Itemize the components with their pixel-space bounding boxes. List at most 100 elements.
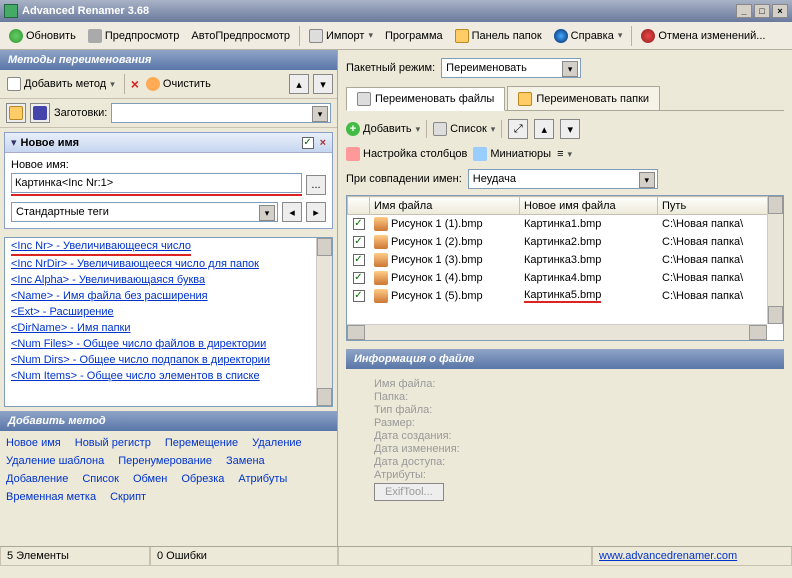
undo-icon [641,29,655,43]
name-picker-button[interactable]: ... [306,175,326,195]
row-checkbox[interactable]: ✓ [353,254,365,266]
preview-button[interactable]: Предпросмотр [83,26,185,46]
info-name-label: Имя файла: [374,378,756,390]
minimize-button[interactable]: _ [736,4,752,18]
tag-item[interactable]: <Num Items> - Общее число элементов в сп… [5,368,332,384]
plus-icon: + [346,122,360,136]
preview-icon [88,29,102,43]
tags-combo[interactable]: Стандартные теги [11,202,278,222]
row-checkbox[interactable]: ✓ [353,218,365,230]
table-row[interactable]: ✓Рисунок 1 (1).bmpКартинка1.bmpC:\Новая … [348,215,783,233]
save-preset-button[interactable] [30,103,50,123]
tag-prev-button[interactable]: ◂ [282,202,302,222]
add-link[interactable]: Новый регистр [75,437,151,449]
program-button[interactable]: Программа [380,27,448,45]
method-close-button[interactable]: × [320,137,326,149]
website-link[interactable]: www.advancedrenamer.com [599,550,737,562]
presets-combo[interactable] [111,103,331,123]
file-type-icon [374,235,388,249]
info-attrs-label: Атрибуты: [374,469,756,481]
tag-item[interactable]: <Inc Nr> - Увеличивающееся число [11,238,191,256]
undo-button[interactable]: Отмена изменений... [636,26,770,46]
folder-icon [455,29,469,43]
tab-folders[interactable]: Переименовать папки [507,86,660,110]
info-accessed-label: Дата доступа: [374,456,756,468]
table-v-scrollbar[interactable] [767,196,783,324]
tag-next-button[interactable]: ▸ [306,202,326,222]
help-button[interactable]: Справка▾ [549,26,628,46]
expand-button[interactable]: ⤢ [508,119,528,139]
thumbnails-button[interactable]: Миниатюры [473,147,551,161]
row-checkbox[interactable]: ✓ [353,272,365,284]
col-check[interactable] [348,197,370,215]
method-title: Новое имя [21,137,302,149]
delete-icon[interactable]: × [131,78,139,90]
down-button[interactable]: ▾ [560,119,580,139]
tags-scrollbar[interactable] [316,238,332,406]
table-row[interactable]: ✓Рисунок 1 (3).bmpКартинка3.bmpC:\Новая … [348,251,783,269]
row-checkbox[interactable]: ✓ [353,236,365,248]
add-link[interactable]: Атрибуты [238,473,287,485]
table-h-scrollbar[interactable] [347,324,767,340]
add-link[interactable]: Обмен [133,473,167,485]
tag-item[interactable]: <Name> - Имя файла без расширения [5,288,332,304]
row-checkbox[interactable]: ✓ [353,290,365,302]
tag-item[interactable]: <Inc NrDir> - Увеличивающееся число для … [5,256,332,272]
add-link[interactable]: Временная метка [6,491,96,503]
up-button[interactable]: ▴ [534,119,554,139]
table-row[interactable]: ✓Рисунок 1 (4).bmpКартинка4.bmpC:\Новая … [348,269,783,287]
add-link[interactable]: Добавление [6,473,68,485]
add-link[interactable]: Скрипт [110,491,146,503]
method-enabled-checkbox[interactable]: ✓ [302,137,314,149]
add-link[interactable]: Удаление [252,437,302,449]
tab-files[interactable]: Переименовать файлы [346,87,505,111]
add-link[interactable]: Удаление шаблона [6,455,104,467]
add-link[interactable]: Новое имя [6,437,61,449]
list-icon [433,122,447,136]
refresh-button[interactable]: Обновить [4,26,81,46]
batch-mode-combo[interactable]: Переименовать [441,58,581,78]
import-button[interactable]: Импорт▾ [304,26,378,46]
add-method-button[interactable]: Добавить метод▾ [4,76,118,92]
collapse-icon[interactable]: ▾ [11,136,17,149]
add-files-button[interactable]: +Добавить▾ [346,122,420,136]
file-table: Имя файла Новое имя файла Путь ✓Рисунок … [346,195,784,341]
tag-item[interactable]: <Ext> - Расширение [5,304,332,320]
collision-combo[interactable]: Неудача [468,169,658,189]
maximize-button[interactable]: □ [754,4,770,18]
view-button[interactable]: ≡▾ [557,148,572,160]
clear-button[interactable]: Очистить [143,76,214,92]
col-name[interactable]: Имя файла [370,197,520,215]
info-type-label: Тип файла: [374,404,756,416]
table-row[interactable]: ✓Рисунок 1 (5).bmpКартинка5.bmpC:\Новая … [348,287,783,305]
add-link[interactable]: Перемещение [165,437,238,449]
close-button[interactable]: × [772,4,788,18]
col-newname[interactable]: Новое имя файла [520,197,658,215]
auto-preview-button[interactable]: АвтоПредпросмотр [186,27,295,45]
thumbs-icon [473,147,487,161]
col-path[interactable]: Путь [658,197,783,215]
tag-item[interactable]: <Num Dirs> - Общее число подпапок в дире… [5,352,332,368]
clear-icon [146,77,160,91]
tags-list: <Inc Nr> - Увеличивающееся число <Inc Nr… [4,237,333,407]
folder-icon [9,106,23,120]
new-name-input[interactable] [11,173,302,193]
add-link[interactable]: Список [82,473,119,485]
save-icon [33,106,47,120]
list-button[interactable]: Список▾ [433,122,495,136]
table-row[interactable]: ✓Рисунок 1 (2).bmpКартинка2.bmpC:\Новая … [348,233,783,251]
open-preset-button[interactable] [6,103,26,123]
folder-panel-button[interactable]: Панель папок [450,26,547,46]
exiftool-button[interactable]: ExifTool... [374,483,444,501]
tag-item[interactable]: <DirName> - Имя папки [5,320,332,336]
move-up-button[interactable]: ▴ [289,74,309,94]
move-down-button[interactable]: ▾ [313,74,333,94]
columns-button[interactable]: Настройка столбцов [346,147,467,161]
add-link[interactable]: Обрезка [181,473,224,485]
add-link[interactable]: Замена [226,455,265,467]
add-method-links: Новое имя Новый регистр Перемещение Удал… [0,431,337,509]
add-link[interactable]: Перенумерование [118,455,212,467]
tag-item[interactable]: <Num Files> - Общее число файлов в дирек… [5,336,332,352]
app-icon [4,4,18,18]
tag-item[interactable]: <Inc Alpha> - Увеличивающаяся буква [5,272,332,288]
